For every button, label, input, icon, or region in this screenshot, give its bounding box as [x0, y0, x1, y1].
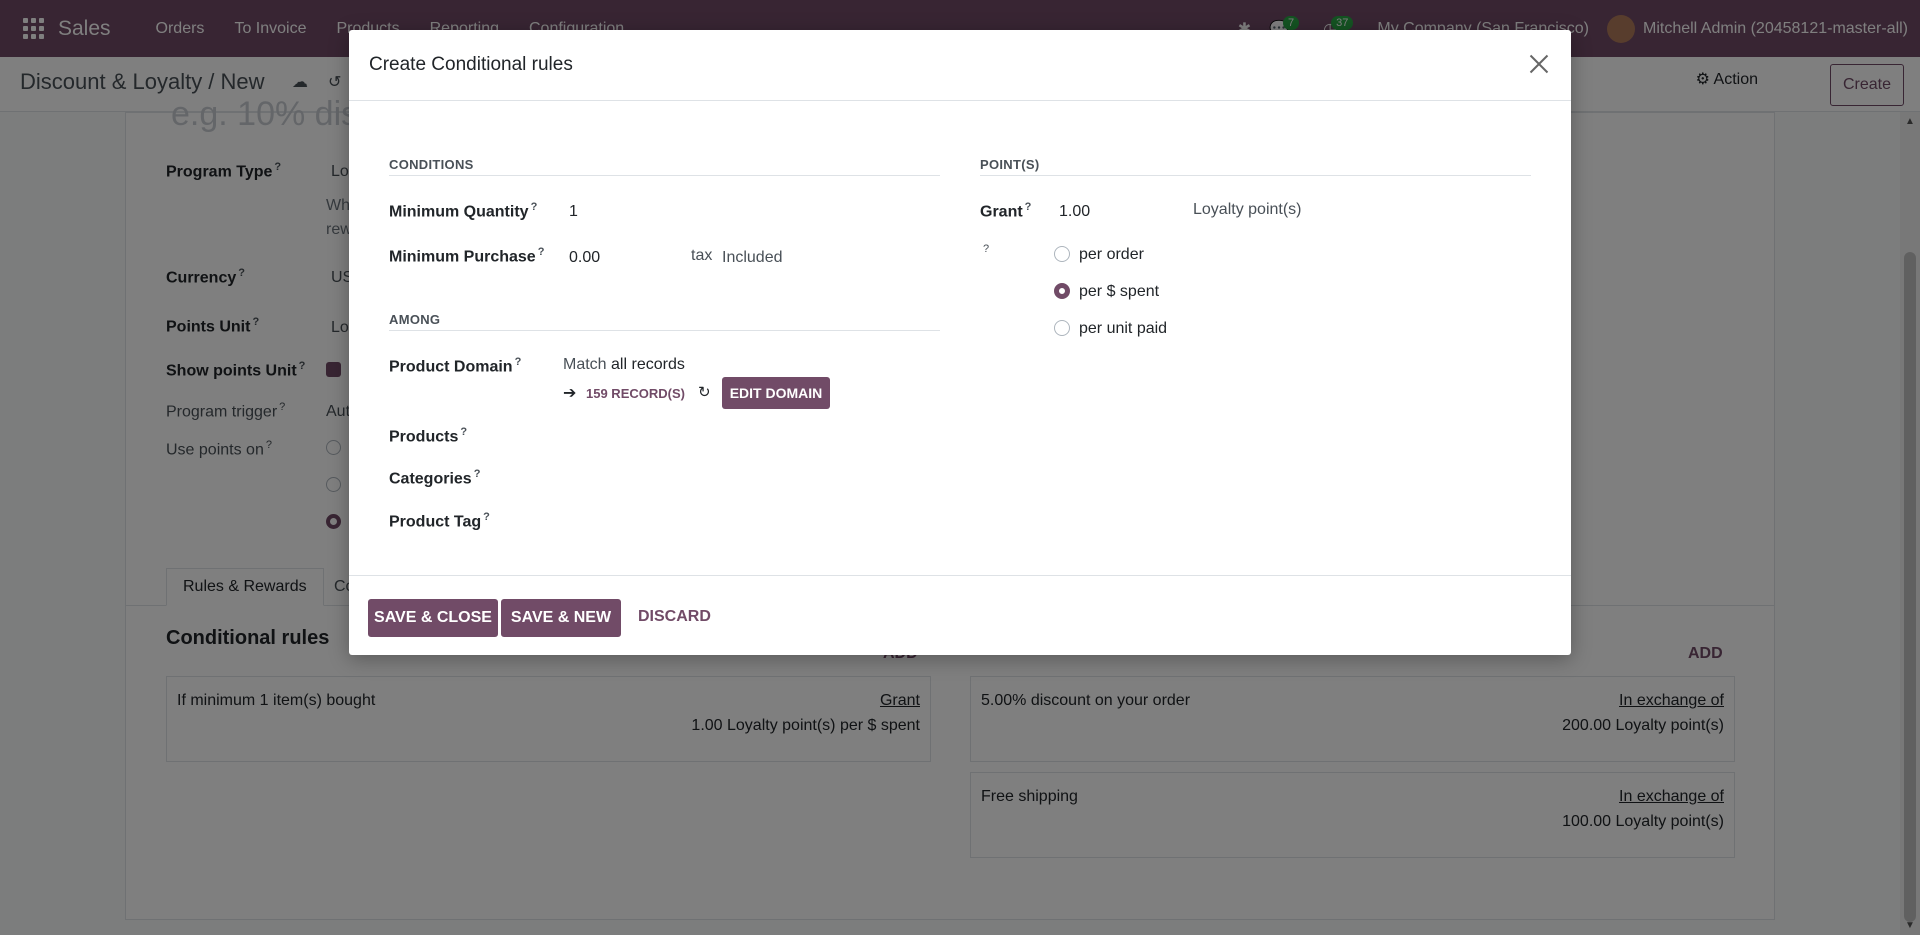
min-purchase-input[interactable]: 0.00: [569, 249, 600, 267]
points-divider: [980, 175, 1531, 176]
min-purchase-label: Minimum Purchase?: [389, 246, 545, 266]
save-new-button[interactable]: SAVE & NEW: [501, 599, 621, 637]
categories-label: Categories?: [389, 468, 481, 488]
per-money-spent-radio[interactable]: [1054, 283, 1070, 299]
save-close-button[interactable]: SAVE & CLOSE: [368, 599, 498, 637]
modal-title: Create Conditional rules: [369, 54, 573, 75]
arrow-right-icon: ➔: [563, 385, 577, 402]
conditions-divider: [389, 175, 940, 176]
per-order-radio[interactable]: [1054, 246, 1070, 262]
reward-mode-help-icon[interactable]: ?: [983, 243, 989, 255]
modal-footer: SAVE & CLOSE SAVE & NEW DISCARD: [349, 575, 1571, 655]
per-order-label[interactable]: per order: [1079, 246, 1144, 264]
domain-match-text: Match all records: [563, 356, 685, 373]
refresh-icon[interactable]: ↻: [698, 383, 711, 401]
tax-mode-select[interactable]: Included: [722, 249, 783, 267]
grant-input[interactable]: 1.00: [1059, 203, 1090, 221]
min-quantity-label: Minimum Quantity?: [389, 201, 538, 221]
modal-header: Create Conditional rules: [349, 30, 1571, 101]
tax-label: tax: [691, 247, 713, 264]
product-tag-label: Product Tag?: [389, 511, 490, 531]
grant-unit-label: Loyalty point(s): [1193, 201, 1302, 218]
edit-domain-button[interactable]: EDIT DOMAIN: [722, 377, 830, 409]
per-unit-paid-radio[interactable]: [1054, 320, 1070, 336]
create-conditional-rules-dialog: Create Conditional rules CONDITIONS Mini…: [349, 30, 1571, 655]
records-count-link[interactable]: 159 RECORD(S): [586, 386, 685, 401]
min-quantity-input[interactable]: 1: [569, 203, 578, 221]
discard-button[interactable]: DISCARD: [638, 608, 711, 626]
grant-label: Grant?: [980, 201, 1032, 221]
per-money-spent-label[interactable]: per $ spent: [1079, 283, 1159, 301]
among-divider: [389, 330, 940, 331]
points-section-title: POINT(S): [980, 157, 1040, 172]
per-unit-paid-label[interactable]: per unit paid: [1079, 320, 1167, 338]
product-domain-label: Product Domain?: [389, 356, 522, 376]
conditions-section-title: CONDITIONS: [389, 157, 474, 172]
among-section-title: AMONG: [389, 312, 441, 327]
close-icon[interactable]: [1525, 50, 1553, 78]
products-label: Products?: [389, 426, 468, 446]
